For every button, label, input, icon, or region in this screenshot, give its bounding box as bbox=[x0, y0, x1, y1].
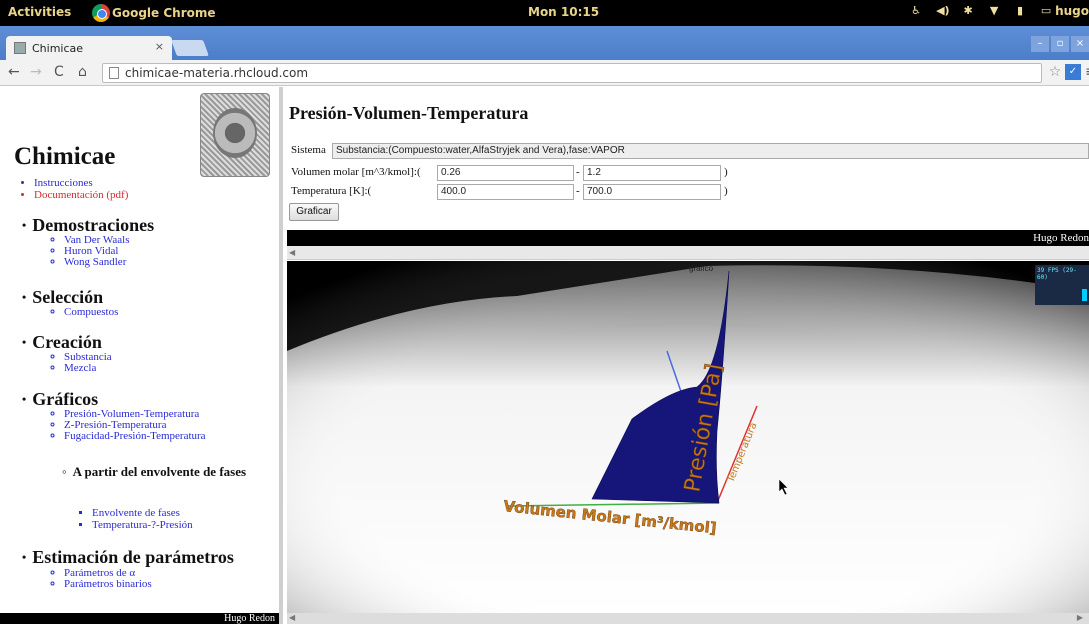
main-footer-bar: Hugo Redon bbox=[287, 230, 1089, 246]
app-menu[interactable]: Google Chrome bbox=[92, 4, 216, 22]
graficos-list: Presión-Volumen-Temperatura Z-Presión-Te… bbox=[64, 409, 206, 442]
user-menu[interactable]: ▭ hugo bbox=[1040, 4, 1089, 18]
graficar-button[interactable]: Graficar bbox=[289, 203, 339, 221]
page-favicon-icon bbox=[14, 42, 26, 54]
close-paren: ) bbox=[724, 185, 728, 197]
tab-strip: Chimicae × – ▫ × bbox=[0, 26, 1089, 60]
link-parametros-binarios[interactable]: Parámetros binarios bbox=[64, 579, 152, 590]
tab-title: Chimicae bbox=[32, 41, 84, 55]
bottom-scrollbar[interactable]: ◀ ▶ bbox=[287, 613, 1089, 624]
3d-plot-canvas[interactable]: grafico Presión [Pa] Temperatura Volumen… bbox=[287, 261, 1089, 613]
section-creacion: Creación bbox=[22, 332, 102, 353]
activities-button[interactable]: Activities bbox=[8, 5, 71, 19]
volumen-min-input[interactable]: 0.26 bbox=[437, 165, 574, 181]
sistema-label: Sistema bbox=[291, 144, 326, 156]
close-paren: ) bbox=[724, 166, 728, 178]
app-name: Google Chrome bbox=[112, 6, 216, 20]
section-estimacion: Estimación de parámetros bbox=[22, 547, 234, 568]
tab-close-icon[interactable]: × bbox=[155, 40, 164, 53]
window-controls: – ▫ × bbox=[1031, 36, 1089, 52]
user-icon: ▭ bbox=[1040, 4, 1052, 17]
fps-text: 39 FPS (29-60) bbox=[1037, 267, 1077, 281]
extension-icon[interactable]: ✓ bbox=[1065, 64, 1081, 80]
section-title: Demostraciones bbox=[32, 215, 155, 235]
dash: - bbox=[576, 185, 580, 197]
maximize-icon[interactable]: ▫ bbox=[1051, 36, 1069, 52]
battery-icon[interactable]: ▮ bbox=[1014, 4, 1026, 18]
bluetooth-icon[interactable]: ✱ bbox=[962, 4, 974, 18]
main-content: Presión-Volumen-Temperatura Sistema Subs… bbox=[287, 87, 1089, 624]
link-envolvente[interactable]: Envolvente de fases bbox=[92, 507, 193, 519]
address-bar[interactable]: chimicae-materia.rhcloud.com bbox=[102, 63, 1042, 83]
new-tab-button[interactable] bbox=[171, 40, 209, 56]
link-compuestos[interactable]: Compuestos bbox=[64, 307, 118, 318]
system-top-bar: Activities Google Chrome Mon 10:15 ♿ ◀) … bbox=[0, 0, 1089, 26]
scroll-left-icon[interactable]: ◀ bbox=[289, 248, 295, 257]
plot-top-label: grafico bbox=[689, 264, 714, 273]
scroll-left-icon[interactable]: ◀ bbox=[289, 613, 295, 622]
temperatura-min-input[interactable]: 400.0 bbox=[437, 184, 574, 200]
dash: - bbox=[576, 166, 580, 178]
demostraciones-list: Van Der Waals Huron Vidal Wong Sandler bbox=[64, 235, 130, 268]
horizontal-scrollbar[interactable]: ◀ bbox=[287, 246, 1089, 260]
clock[interactable]: Mon 10:15 bbox=[528, 5, 599, 19]
section-title: Estimación de parámetros bbox=[32, 547, 234, 567]
browser-toolbar: ← → C ⌂ chimicae-materia.rhcloud.com ☆ ✓… bbox=[0, 60, 1089, 86]
url-text: chimicae-materia.rhcloud.com bbox=[125, 66, 309, 80]
minimize-icon[interactable]: – bbox=[1031, 36, 1049, 52]
university-seal-logo bbox=[200, 93, 270, 177]
network-icon[interactable]: ▼ bbox=[988, 4, 1000, 18]
link-instrucciones[interactable]: Instrucciones bbox=[34, 177, 128, 189]
link-documentacion[interactable]: Documentación (pdf) bbox=[34, 189, 128, 201]
temperatura-max-input[interactable]: 700.0 bbox=[583, 184, 721, 200]
fps-bar bbox=[1082, 289, 1087, 301]
section-graficos: Gráficos bbox=[22, 389, 98, 410]
link-fugacidad[interactable]: Fugacidad-Presión-Temperatura bbox=[64, 431, 206, 442]
tab-chimicae[interactable]: Chimicae × bbox=[6, 36, 172, 60]
sidebar-footer: Hugo Redon bbox=[0, 613, 279, 624]
link-mezcla[interactable]: Mezcla bbox=[64, 363, 112, 374]
forward-icon[interactable]: → bbox=[30, 64, 42, 80]
link-wong-sandler[interactable]: Wong Sandler bbox=[64, 257, 130, 268]
close-window-icon[interactable]: × bbox=[1071, 36, 1089, 52]
link-temperatura-presion[interactable]: Temperatura-?-Presión bbox=[92, 519, 193, 531]
volumen-max-input[interactable]: 1.2 bbox=[583, 165, 721, 181]
section-title: Selección bbox=[32, 287, 104, 307]
estimacion-list: Parámetros de α Parámetros binarios bbox=[64, 568, 152, 590]
system-tray: ♿ ◀) ✱ ▼ ▮ ▭ hugo bbox=[910, 4, 1089, 18]
bookmark-star-icon[interactable]: ☆ bbox=[1047, 64, 1063, 80]
chrome-icon bbox=[92, 4, 110, 22]
back-icon[interactable]: ← bbox=[8, 64, 20, 80]
menu-icon[interactable]: ≡ bbox=[1083, 64, 1089, 80]
temperatura-label: Temperatura [K]:( bbox=[291, 185, 372, 197]
fps-meter: 39 FPS (29-60) bbox=[1035, 265, 1089, 305]
volume-icon[interactable]: ◀) bbox=[936, 4, 950, 18]
section-title: Creación bbox=[32, 332, 102, 352]
accessibility-icon[interactable]: ♿ bbox=[910, 4, 922, 18]
section-demostraciones: Demostraciones bbox=[22, 215, 154, 236]
scroll-right-icon[interactable]: ▶ bbox=[1077, 613, 1083, 622]
volumen-label: Volumen molar [m^3/kmol]:( bbox=[291, 166, 421, 178]
3d-plot-svg[interactable]: grafico Presión [Pa] Temperatura Volumen… bbox=[287, 261, 1089, 613]
page-icon bbox=[109, 67, 119, 79]
section-title: Gráficos bbox=[32, 389, 99, 409]
seleccion-list: Compuestos bbox=[64, 307, 118, 318]
reload-icon[interactable]: C bbox=[54, 64, 64, 80]
home-icon[interactable]: ⌂ bbox=[78, 64, 87, 80]
section-seleccion: Selección bbox=[22, 287, 103, 308]
site-title: Chimicae bbox=[14, 143, 116, 170]
page-title: Presión-Volumen-Temperatura bbox=[289, 103, 529, 123]
top-links: Instrucciones Documentación (pdf) bbox=[34, 177, 128, 201]
creacion-list: Substancia Mezcla bbox=[64, 352, 112, 374]
envolvente-subhead: A partir del envolvente de fases bbox=[62, 465, 262, 479]
envolvente-list: Envolvente de fases Temperatura-?-Presió… bbox=[92, 507, 193, 531]
sidebar: Chimicae Instrucciones Documentación (pd… bbox=[0, 87, 283, 624]
sistema-select[interactable]: Substancia:(Compuesto:water,AlfaStryjek … bbox=[332, 143, 1089, 159]
user-name: hugo bbox=[1055, 4, 1089, 18]
